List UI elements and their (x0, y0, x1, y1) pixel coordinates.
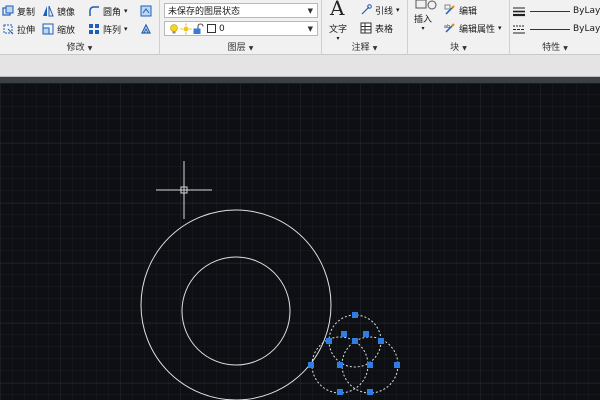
array-icon (89, 24, 99, 34)
table-icon (360, 22, 372, 34)
grip[interactable] (394, 362, 400, 368)
chevron-down-icon: ▾ (421, 25, 425, 32)
stretch-icon (3, 24, 14, 35)
grip[interactable] (308, 362, 314, 368)
modify-panel: 复制 镜像 圆角 ▾ 拉伸 缩放 阵列 ▾ 修改 ▼ (0, 0, 160, 55)
grip[interactable] (326, 338, 332, 344)
layer-dropdown[interactable]: 0 ▼ (164, 21, 318, 36)
properties-panel: ByLayer ByLayer 特性▼ (510, 0, 600, 55)
tab-bar-area (0, 55, 600, 77)
fillet-icon (89, 6, 99, 16)
table-tool[interactable]: 表格 (360, 21, 393, 35)
linetype-icon (513, 25, 525, 34)
stretch-tool[interactable]: 拉伸 (2, 22, 35, 36)
layer-color-swatch (207, 24, 216, 33)
layers-panel: 未保存的图层状态 ▼ 0 ▼ 图层 ▼ (160, 0, 322, 55)
linetype-preview (530, 10, 570, 12)
mirror-icon (43, 5, 54, 17)
chevron-down-icon: ▼ (307, 7, 313, 15)
text-icon[interactable]: A (330, 0, 344, 20)
grip[interactable] (378, 338, 384, 344)
edit-attributes-icon: ab (444, 23, 455, 33)
block-panel-title[interactable]: 块 ▼ (408, 40, 509, 54)
insert-block-icon[interactable] (414, 0, 440, 12)
text-tool-label[interactable]: 文字 ▾ (329, 22, 347, 42)
grip[interactable] (352, 338, 358, 344)
grip[interactable] (337, 389, 343, 395)
offset-icon (141, 23, 151, 34)
panel-expand-icon: ▼ (563, 45, 568, 52)
leader-tool[interactable]: 引线 ▾ (360, 3, 400, 17)
insert-tool-label[interactable]: 插入 ▾ (414, 12, 432, 32)
edit-block-icon (444, 4, 455, 15)
panel-expand-icon: ▼ (462, 45, 467, 52)
grid (0, 83, 600, 400)
ribbon: 复制 镜像 圆角 ▾ 拉伸 缩放 阵列 ▾ 修改 ▼ 未保存的图层状态 ▼ 0 … (0, 0, 600, 55)
annotation-panel-title[interactable]: 注释 ▼ (322, 40, 407, 54)
panel-expand-icon: ▼ (372, 45, 378, 52)
edit-attributes-tool[interactable]: ab 编辑属性 ▾ (444, 21, 502, 35)
offset-tool[interactable] (140, 22, 152, 36)
properties-panel-title[interactable]: 特性 ▼ (510, 40, 600, 54)
panel-expand-icon: ▼ (248, 45, 254, 52)
mirror-tool[interactable]: 镜像 (42, 4, 75, 18)
grip[interactable] (337, 362, 343, 368)
grip[interactable] (363, 331, 369, 337)
chevron-down-icon: ▾ (498, 24, 502, 32)
fillet-dropdown-arrow[interactable]: ▾ (124, 7, 128, 15)
fillet-tool[interactable]: 圆角 ▾ (88, 4, 128, 18)
lightbulb-icon (170, 23, 178, 33)
lineweight-preview (530, 28, 570, 30)
block-panel: 插入 ▾ 编辑 ab 编辑属性 ▾ 块 ▼ (408, 0, 510, 55)
layer-state-dropdown[interactable]: 未保存的图层状态 ▼ (164, 3, 318, 18)
drawing-canvas[interactable] (0, 83, 600, 400)
array-rect-icon (140, 5, 152, 17)
grip[interactable] (341, 331, 347, 337)
grip[interactable] (367, 389, 373, 395)
modify-panel-title[interactable]: 修改 ▼ (0, 40, 159, 54)
grip[interactable] (352, 312, 358, 318)
lineweight-icon (513, 7, 525, 17)
lineweight-row[interactable]: ByLayer (513, 22, 600, 36)
svg-text:ab: ab (444, 24, 450, 30)
chevron-down-icon: ▾ (396, 6, 400, 14)
array-tool[interactable]: 阵列 ▾ (88, 22, 128, 36)
grip[interactable] (367, 362, 373, 368)
edit-block-tool[interactable]: 编辑 (444, 3, 477, 17)
chevron-down-icon: ▼ (307, 25, 313, 33)
linetype-row[interactable]: ByLayer (513, 4, 600, 18)
unlock-icon (193, 22, 204, 34)
scale-tool[interactable]: 缩放 (42, 22, 75, 36)
panel-expand-icon: ▼ (87, 45, 93, 52)
sun-icon (180, 23, 192, 34)
layers-panel-title[interactable]: 图层 ▼ (160, 40, 321, 54)
scale-icon (42, 23, 54, 35)
layout-icon-tool[interactable] (140, 4, 152, 18)
array-dropdown-arrow[interactable]: ▾ (124, 25, 128, 33)
copy-icon (2, 5, 14, 16)
leader-icon (361, 4, 372, 15)
annotation-panel: A 文字 ▾ 引线 ▾ 表格 注释 ▼ (322, 0, 408, 55)
copy-tool[interactable]: 复制 (2, 4, 35, 18)
